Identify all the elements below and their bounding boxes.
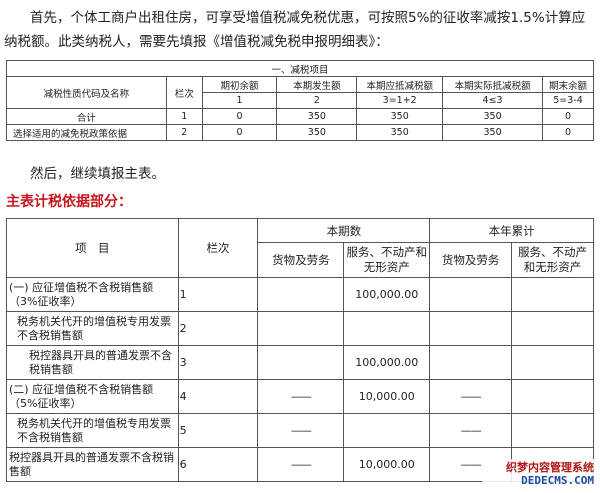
table1-col-header: 期末余额 bbox=[542, 76, 594, 93]
table1-col-formula: 5=3-4 bbox=[542, 92, 594, 109]
table1-cell: 350 bbox=[276, 108, 358, 125]
cell-goods bbox=[257, 311, 345, 346]
table1-col-header: 本期实际抵减税额 bbox=[442, 76, 544, 93]
row-item-label: 税务机关代开的增值税专用发票不含税销售额 bbox=[6, 413, 179, 448]
goods-header: 货物及劳务 bbox=[257, 242, 345, 278]
year-cumulative-header: 本年累计 bbox=[429, 218, 594, 243]
cell-year-services bbox=[511, 413, 594, 448]
cell-year-goods bbox=[429, 345, 513, 380]
section-heading: 主表计税依据部分： bbox=[6, 194, 132, 210]
cell-year-goods bbox=[429, 311, 513, 346]
reduction-detail-table: 一、减税项目 减税性质代码及名称 栏次 期初余额 本期发生额 本期应抵减税额 本… bbox=[6, 60, 594, 141]
cell-services: 100,000.00 bbox=[343, 345, 431, 380]
row-item-label: 税务机关代开的增值税专用发票不含税销售额 bbox=[6, 311, 179, 346]
cell-services: 10,000.00 bbox=[343, 379, 431, 414]
cell-year-services bbox=[511, 379, 594, 414]
item-header: 项 目 bbox=[6, 218, 179, 278]
watermark: 织梦内容管理系统 DEDECMS.COM bbox=[482, 459, 594, 489]
table1-row-lan: 2 bbox=[165, 124, 203, 141]
row-lan: 5 bbox=[177, 413, 259, 448]
table-row: (二) 应征增值税不含税销售额（5%征收率） 4 —— 10,000.00 —— bbox=[6, 379, 594, 414]
table1-row-name: 选择适用的减免税政策依据 bbox=[6, 124, 167, 141]
table-row: 选择适用的减免税政策依据 2 0 350 350 350 0 bbox=[6, 124, 594, 141]
table1-name-header: 减税性质代码及名称 bbox=[6, 76, 167, 109]
then-paragraph: 然后，继续填报主表。 bbox=[30, 166, 165, 182]
table-row: 合计 1 0 350 350 350 0 bbox=[6, 108, 594, 125]
row-lan: 2 bbox=[177, 311, 259, 346]
table1-cell: 0 bbox=[542, 108, 594, 125]
table1-col-formula: 1 bbox=[201, 92, 278, 109]
row-lan: 4 bbox=[177, 379, 259, 414]
cell-year-services bbox=[511, 311, 594, 346]
row-item-label: 税控器具开具的普通发票不含税销售额 bbox=[6, 447, 179, 482]
table1-cell: 0 bbox=[201, 108, 278, 125]
services-header: 服务、不动产和无形资产 bbox=[343, 242, 431, 278]
main-tax-basis-table: 项 目 栏次 本期数 本年累计 货物及劳务 服务、不动产和无形资产 货物及劳务 … bbox=[6, 218, 594, 482]
cell-year-services bbox=[511, 345, 594, 380]
cell-goods bbox=[257, 345, 345, 380]
cell-goods bbox=[257, 277, 345, 312]
table-row: 税务机关代开的增值税专用发票不含税销售额 2 bbox=[6, 311, 594, 346]
intro-paragraph: 首先，个体工商户出租住房，可享受增值税减免税优惠，可按照5%的征收率减按1.5%… bbox=[4, 10, 586, 50]
watermark-line1: 织梦内容管理系统 bbox=[506, 461, 594, 474]
table1-cell: 0 bbox=[201, 124, 278, 141]
table1-cell: 0 bbox=[542, 124, 594, 141]
table1-cell: 350 bbox=[276, 124, 358, 141]
row-item-label: (一) 应征增值税不含税销售额（3%征收率） bbox=[6, 277, 179, 312]
table1-cell: 350 bbox=[356, 124, 444, 141]
table-row: 税务机关代开的增值税专用发票不含税销售额 5 —— —— bbox=[6, 413, 594, 448]
table1-cell: 350 bbox=[442, 124, 544, 141]
table1-cell: 350 bbox=[356, 108, 444, 125]
cell-services: 10,000.00 bbox=[343, 447, 431, 482]
row-item-label: 税控器具开具的普通发票不含税销售额 bbox=[6, 345, 179, 380]
current-period-header: 本期数 bbox=[257, 218, 431, 243]
row-lan: 3 bbox=[177, 345, 259, 380]
table1-col-header: 本期应抵减税额 bbox=[356, 76, 444, 93]
services-header: 服务、不动产和无形资产 bbox=[511, 242, 594, 278]
cell-services bbox=[343, 413, 431, 448]
row-lan: 6 bbox=[177, 447, 259, 482]
table-row: 税控器具开具的普通发票不含税销售额 3 100,000.00 bbox=[6, 345, 594, 380]
goods-header: 货物及劳务 bbox=[429, 242, 513, 278]
table1-col-formula: 4≤3 bbox=[442, 92, 544, 109]
table1-row-lan: 1 bbox=[165, 108, 203, 125]
table-row: (一) 应征增值税不含税销售额（3%征收率） 1 100,000.00 bbox=[6, 277, 594, 312]
table1-col-header: 本期发生额 bbox=[276, 76, 358, 93]
cell-year-services bbox=[511, 277, 594, 312]
lan-header: 栏次 bbox=[177, 218, 259, 278]
table1-cell: 350 bbox=[442, 108, 544, 125]
cell-year-goods bbox=[429, 277, 513, 312]
cell-goods: —— bbox=[257, 379, 345, 414]
table1-lan-header: 栏次 bbox=[165, 76, 203, 109]
table1-col-formula: 2 bbox=[276, 92, 358, 109]
cell-year-goods: —— bbox=[429, 379, 513, 414]
cell-goods: —— bbox=[257, 413, 345, 448]
table1-col-formula: 3=1+2 bbox=[356, 92, 444, 109]
cell-goods: —— bbox=[257, 447, 345, 482]
table1-section-title: 一、减税项目 bbox=[6, 60, 594, 77]
row-item-label: (二) 应征增值税不含税销售额（5%征收率） bbox=[6, 379, 179, 414]
cell-services bbox=[343, 311, 431, 346]
watermark-line2: DEDECMS.COM bbox=[521, 474, 594, 487]
table1-col-header: 期初余额 bbox=[201, 76, 278, 93]
table1-row-name: 合计 bbox=[6, 108, 167, 125]
cell-services: 100,000.00 bbox=[343, 277, 431, 312]
row-lan: 1 bbox=[177, 277, 259, 312]
cell-year-goods: —— bbox=[429, 413, 513, 448]
